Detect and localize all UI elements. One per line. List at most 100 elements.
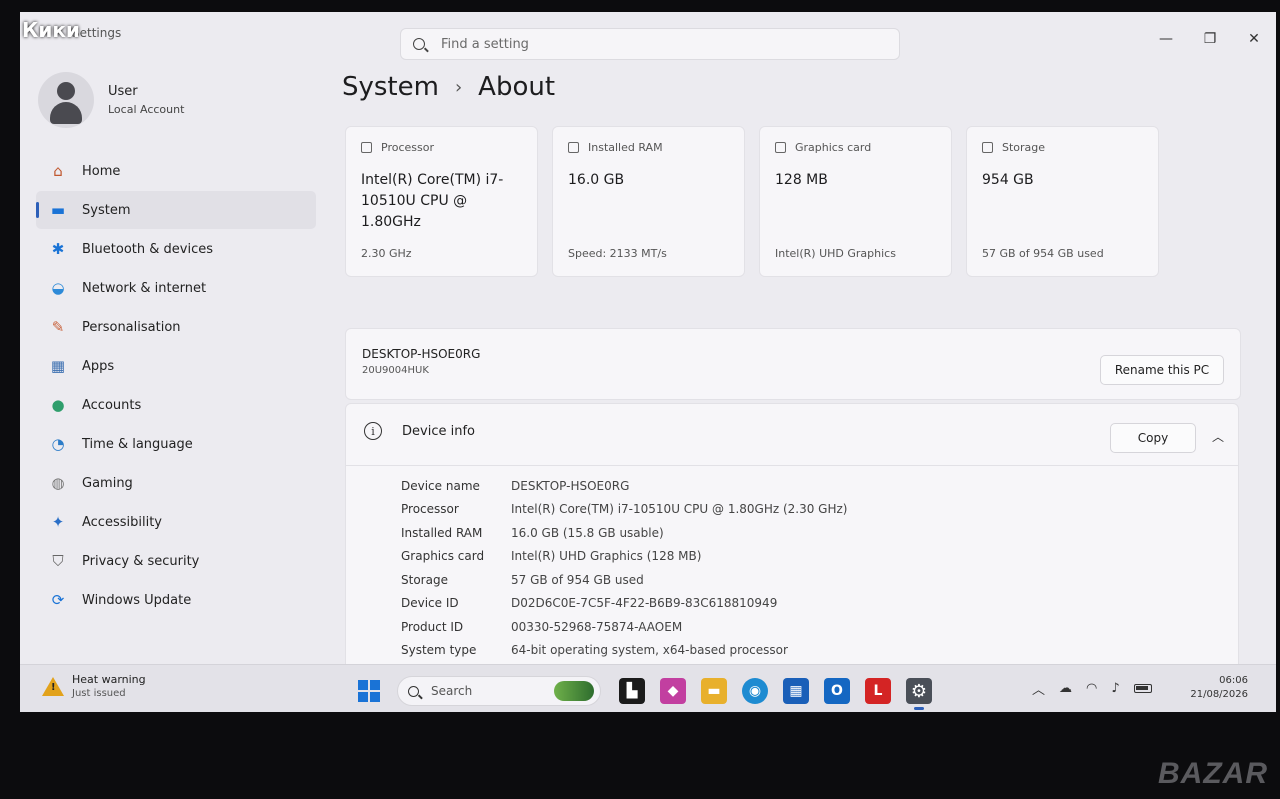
search-input[interactable] <box>441 36 861 52</box>
clock-time: 06:06 <box>1219 675 1248 686</box>
find-setting-search[interactable] <box>400 28 900 60</box>
storage-card: Storage 954 GB 57 GB of 954 GB used <box>966 126 1159 277</box>
apps-icon: ▦ <box>50 357 66 375</box>
settings-gear-icon[interactable]: ⚙ <box>906 678 932 710</box>
search-icon <box>408 685 419 697</box>
spec-row: Device ID D02D6C0E-7C5F-4F22-B6B9-83C6188… <box>401 596 778 611</box>
user-profile[interactable]: User Local Account <box>38 72 184 128</box>
breadcrumb-parent[interactable]: System <box>342 72 439 102</box>
taskbar-search-label: Search <box>431 684 473 698</box>
pc-name: DESKTOP-HSOE0RG <box>362 347 481 361</box>
breadcrumb: System › About <box>342 72 555 102</box>
accessibility-icon: ✦ <box>51 513 65 531</box>
sidebar-item-personalisation[interactable]: ✎ Personalisation <box>36 308 316 346</box>
page-title: About <box>478 72 556 102</box>
rename-pc-button[interactable]: Rename this PC <box>1100 355 1224 385</box>
volume-icon[interactable]: ♪ <box>1111 681 1119 696</box>
outlook-icon[interactable]: O <box>824 678 850 704</box>
bluetooth-icon: ✱ <box>51 240 65 258</box>
taskbar: ! Heat warning Just issued Search ▙ ◆ ▬ … <box>20 664 1276 712</box>
shield-icon: ⛉ <box>52 552 64 570</box>
graphics-card: Graphics card 128 MB Intel(R) UHD Graphi… <box>759 126 952 277</box>
sidebar-item-home[interactable]: ⌂ Home <box>36 152 316 190</box>
pc-model: 20U9004HUK <box>362 365 429 376</box>
spec-row: Storage 57 GB of 954 GB used <box>401 572 644 587</box>
pc-name-panel: DESKTOP-HSOE0RG 20U9004HUK Rename this P… <box>345 328 1241 400</box>
close-button[interactable]: ✕ <box>1232 22 1276 56</box>
ram-card: Installed RAM 16.0 GB Speed: 2133 MT/s <box>552 126 745 277</box>
start-button[interactable] <box>356 678 382 704</box>
home-icon: ⌂ <box>53 162 63 180</box>
sidebar-item-windows-update[interactable]: ⟳ Windows Update <box>36 581 316 619</box>
sidebar-item-privacy[interactable]: ⛉ Privacy & security <box>36 542 316 580</box>
brush-icon: ✎ <box>51 318 65 336</box>
sidebar-item-bluetooth[interactable]: ✱ Bluetooth & devices <box>36 230 316 268</box>
search-icon <box>413 38 425 50</box>
chevron-up-icon[interactable]: ︿ <box>1032 679 1045 698</box>
file-explorer-icon[interactable]: ▬ <box>701 678 727 704</box>
minimize-button[interactable]: — <box>1144 22 1188 56</box>
ram-speed: Speed: 2133 MT/s <box>568 247 667 260</box>
processor-value: Intel(R) Core(TM) i7-10510U CPU @ 1.80GH… <box>361 172 504 230</box>
sidebar-item-apps[interactable]: ▦ Apps <box>36 347 316 385</box>
spec-row: System type 64-bit operating system, x64-… <box>401 643 788 658</box>
device-info-panel: i Device info Copy ︿ Device name DESKTOP-… <box>345 403 1239 703</box>
maximize-button[interactable]: ❐ <box>1188 22 1232 56</box>
clock-date: 21/08/2026 <box>1190 689 1248 700</box>
store-icon[interactable]: ▦ <box>783 678 809 704</box>
search-highlight-icon <box>554 681 594 701</box>
graphics-name: Intel(R) UHD Graphics <box>775 247 896 260</box>
battery-icon[interactable] <box>1133 684 1152 693</box>
chip-icon <box>361 142 372 153</box>
monitor-icon: ▬ <box>50 201 66 219</box>
edge-icon[interactable]: ◉ <box>742 678 768 704</box>
gamepad-icon: ◍ <box>51 474 65 492</box>
drive-icon <box>982 142 993 153</box>
l-app-icon[interactable]: L <box>865 678 891 704</box>
storage-value: 954 GB <box>982 172 1034 188</box>
terminal-icon[interactable]: ▙ <box>619 678 645 704</box>
memory-icon <box>568 142 579 153</box>
avatar <box>38 72 94 128</box>
heat-warning-title: Heat warning <box>72 673 146 686</box>
graphics-value: 128 MB <box>775 172 828 188</box>
clock[interactable]: 06:06 21/08/2026 <box>1190 674 1248 702</box>
taskbar-apps: Search ▙ ◆ ▬ ◉ ▦ O L ⚙ <box>356 676 947 710</box>
breadcrumb-separator: › <box>454 76 463 98</box>
heat-warning-widget[interactable]: ! Heat warning Just issued <box>42 673 146 699</box>
wifi-icon[interactable]: ◠ <box>1086 681 1097 696</box>
taskbar-search[interactable]: Search <box>397 676 601 706</box>
device-info-title: Device info <box>402 424 475 439</box>
settings-window: Settings — ❐ ✕ User Local Account ⌂Home … <box>20 12 1276 712</box>
storage-used: 57 GB of 954 GB used <box>982 247 1104 260</box>
sidebar-item-accounts[interactable]: ● Accounts <box>36 386 316 424</box>
ram-value: 16.0 GB <box>568 172 625 188</box>
update-icon: ⟳ <box>51 591 65 609</box>
device-info-header[interactable]: i Device info Copy ︿ <box>346 404 1238 466</box>
spec-cards: Processor Intel(R) Core(TM) i7-10510U CP… <box>345 126 1173 277</box>
m365-icon[interactable]: ◆ <box>660 678 686 704</box>
spec-row: Product ID 00330-52968-75874-AAOEM <box>401 619 683 634</box>
cloud-off-icon[interactable]: ☁ <box>1059 681 1072 696</box>
sidebar-item-network[interactable]: ◒ Network & internet <box>36 269 316 307</box>
heat-warning-subtitle: Just issued <box>72 688 126 699</box>
watermark-logo: BAZAR <box>1158 757 1268 790</box>
sidebar-item-gaming[interactable]: ◍ Gaming <box>36 464 316 502</box>
info-icon: i <box>364 422 382 440</box>
spec-row: Installed RAM 16.0 GB (15.8 GB usable) <box>401 525 664 540</box>
processor-card: Processor Intel(R) Core(TM) i7-10510U CP… <box>345 126 538 277</box>
globe-clock-icon: ◔ <box>51 435 65 453</box>
chevron-up-icon[interactable]: ︿ <box>1212 428 1224 445</box>
sidebar-item-system[interactable]: ▬ System <box>36 191 316 229</box>
copy-button[interactable]: Copy <box>1110 423 1196 453</box>
gpu-icon <box>775 142 786 153</box>
sidebar-item-time-language[interactable]: ◔ Time & language <box>36 425 316 463</box>
user-account-type: Local Account <box>108 103 185 116</box>
wifi-icon: ◒ <box>51 279 65 297</box>
spec-row: Graphics card Intel(R) UHD Graphics (128 … <box>401 549 702 564</box>
photo-overlay-label: Кики <box>22 18 80 42</box>
sidebar-nav: ⌂ Home ▬ System ✱ Bluetooth & devices ◒ Netw… <box>36 152 316 620</box>
warning-icon: ! <box>42 676 64 696</box>
sidebar-item-accessibility[interactable]: ✦ Accessibility <box>36 503 316 541</box>
device-spec-list: Device name DESKTOP-HSOE0RG Processor Inte… <box>401 474 848 662</box>
